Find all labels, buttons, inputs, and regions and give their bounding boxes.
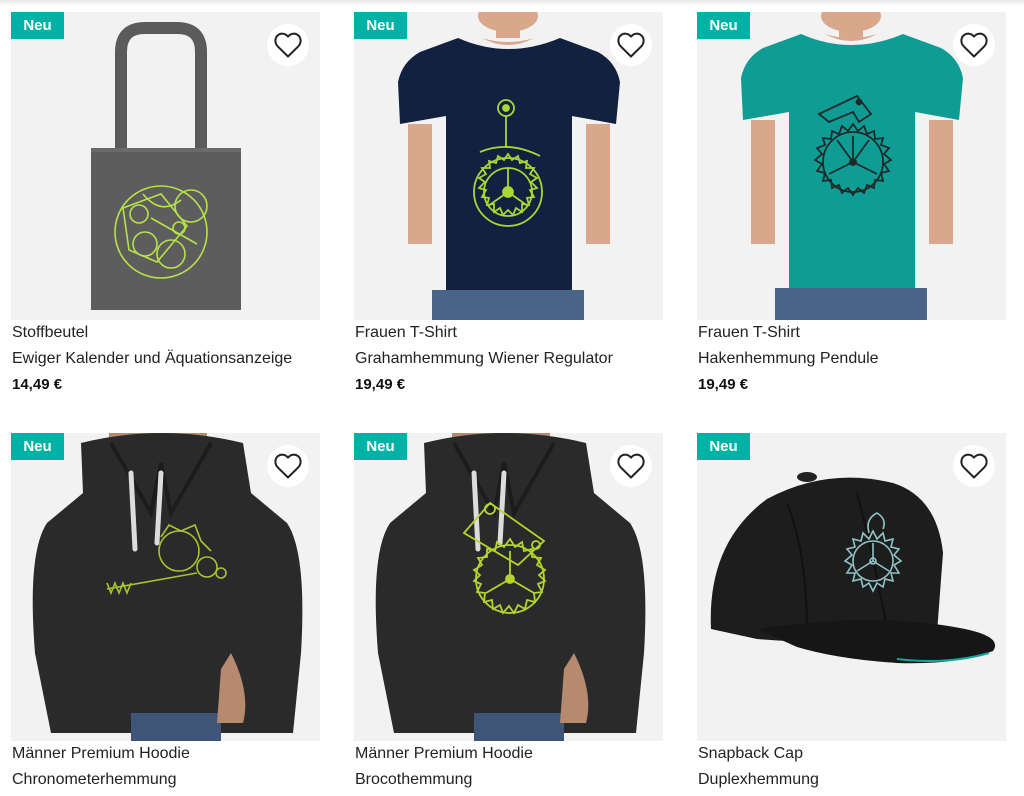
product-type: Snapback Cap — [698, 745, 803, 762]
favorite-button[interactable] — [953, 445, 995, 487]
heart-outline-icon — [274, 32, 302, 58]
product-image[interactable]: Neu — [354, 433, 663, 741]
product-name[interactable]: Ewiger Kalender und Äquationsanzeige — [12, 350, 292, 368]
heart-outline-icon — [960, 453, 988, 479]
product-type: Frauen T-Shirt — [355, 324, 457, 341]
new-badge: Neu — [11, 12, 64, 39]
product-image[interactable]: Neu — [11, 433, 320, 741]
product-image[interactable]: Neu — [697, 433, 1006, 741]
new-badge: Neu — [11, 433, 64, 460]
favorite-button[interactable] — [267, 445, 309, 487]
product-type: Männer Premium Hoodie — [12, 745, 190, 762]
heart-outline-icon — [617, 453, 645, 479]
product-name[interactable]: Duplexhemmung — [698, 771, 819, 789]
top-shadow-divider — [0, 0, 1024, 6]
product-type: Stoffbeutel — [12, 324, 89, 341]
product-image[interactable]: Neu — [11, 12, 320, 320]
product-type: Frauen T-Shirt — [698, 324, 800, 341]
product-price: 19,49 € — [355, 376, 406, 393]
new-badge: Neu — [697, 433, 750, 460]
product-image[interactable]: Neu — [354, 12, 663, 320]
product-name[interactable]: Chronometerhemmung — [12, 771, 177, 789]
favorite-button[interactable] — [953, 24, 995, 66]
favorite-button[interactable] — [267, 24, 309, 66]
favorite-button[interactable] — [610, 445, 652, 487]
product-name[interactable]: Hakenhemmung Pendule — [698, 350, 879, 368]
new-badge: Neu — [354, 12, 407, 39]
product-image[interactable]: Neu — [697, 12, 1006, 320]
product-type: Männer Premium Hoodie — [355, 745, 533, 762]
product-name[interactable]: Brocothemmung — [355, 771, 472, 789]
heart-outline-icon — [617, 32, 645, 58]
product-price: 19,49 € — [698, 376, 749, 393]
product-price: 14,49 € — [12, 376, 63, 393]
new-badge: Neu — [697, 12, 750, 39]
heart-outline-icon — [960, 32, 988, 58]
favorite-button[interactable] — [610, 24, 652, 66]
new-badge: Neu — [354, 433, 407, 460]
heart-outline-icon — [274, 453, 302, 479]
product-name[interactable]: Grahamhemmung Wiener Regulator — [355, 350, 613, 368]
